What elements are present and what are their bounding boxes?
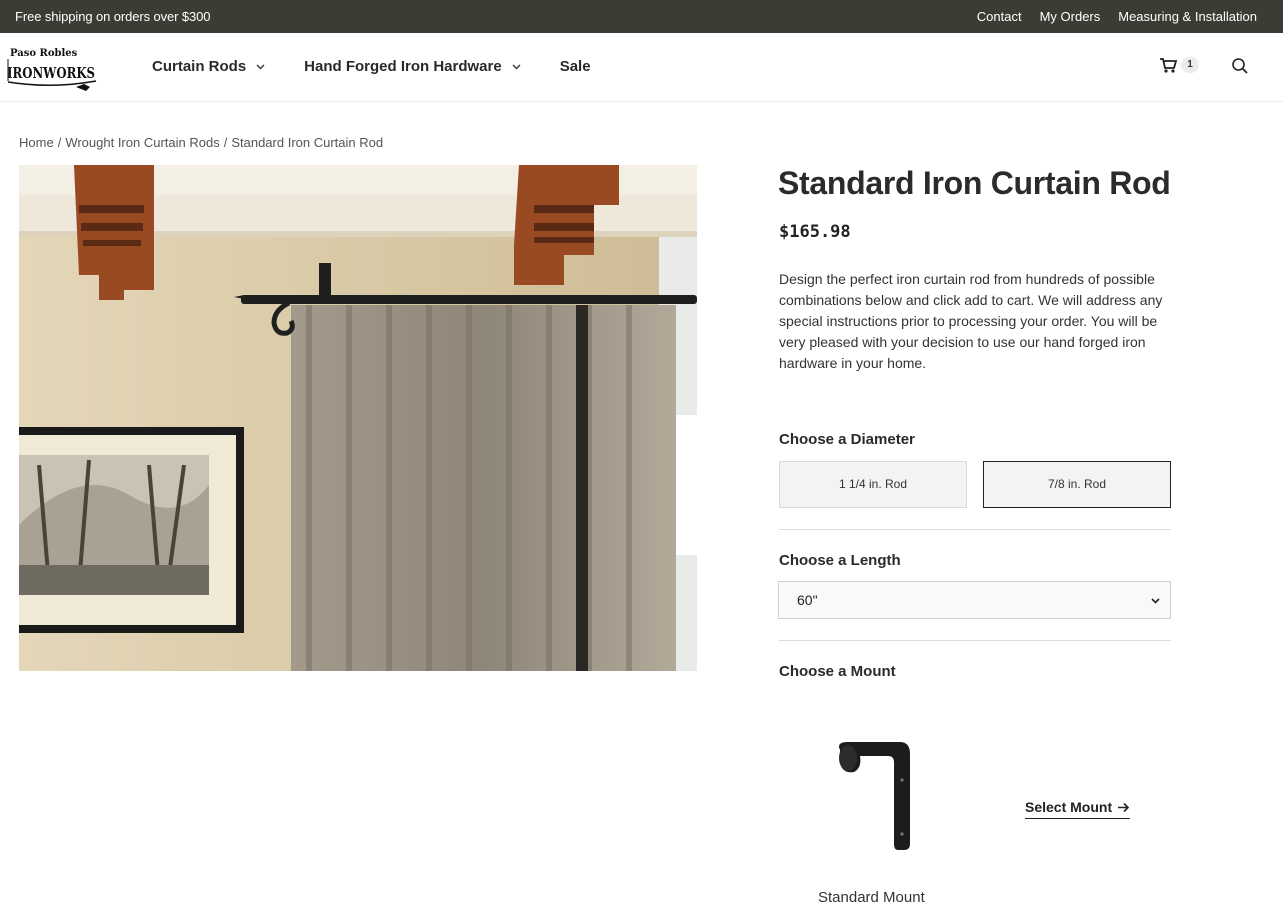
length-select[interactable]: 60" xyxy=(778,581,1171,619)
chevron-down-icon xyxy=(256,64,265,70)
measuring-installation-link[interactable]: Measuring & Installation xyxy=(1118,9,1257,24)
announcement-bar: Free shipping on orders over $300 Contac… xyxy=(0,0,1283,33)
utility-links: Contact My Orders Measuring & Installati… xyxy=(977,9,1257,24)
breadcrumb-home[interactable]: Home xyxy=(19,135,54,150)
nav-item-hand-forged-iron-hardware[interactable]: Hand Forged Iron Hardware xyxy=(304,58,522,75)
chevron-down-icon xyxy=(512,64,521,70)
my-orders-link[interactable]: My Orders xyxy=(1040,9,1101,24)
curtain-rod-photo xyxy=(19,165,697,671)
cart-count-badge: 1 xyxy=(1181,57,1199,73)
arrow-right-icon xyxy=(1118,802,1130,812)
diameter-option-7-8[interactable]: 7/8 in. Rod xyxy=(983,461,1171,508)
product-image[interactable] xyxy=(19,165,697,671)
logo-line1: Paso Robles xyxy=(10,48,78,59)
breadcrumb: Home / Wrought Iron Curtain Rods / Standard … xyxy=(19,135,384,150)
breadcrumb-current: Standard Iron Curtain Rod xyxy=(231,135,384,150)
nav-label: Curtain Rods xyxy=(152,58,247,75)
contact-link[interactable]: Contact xyxy=(977,9,1022,24)
diameter-label: Choose a Diameter xyxy=(779,431,915,448)
standard-mount-image[interactable] xyxy=(828,738,918,853)
site-header: Paso Robles IRONWORKS Curtain Rods Hand … xyxy=(0,33,1283,102)
divider xyxy=(779,640,1171,641)
select-mount-link[interactable]: Select Mount xyxy=(1025,799,1131,819)
free-shipping-text: Free shipping on orders over $300 xyxy=(15,9,211,24)
product-description: Design the perfect iron curtain rod from… xyxy=(779,271,1163,371)
cart-icon xyxy=(1160,58,1177,73)
divider xyxy=(779,529,1171,530)
nav-label: Sale xyxy=(559,58,591,75)
select-mount-label: Select Mount xyxy=(1025,799,1113,815)
logo-line2: IRONWORKS xyxy=(7,64,95,82)
search-icon[interactable] xyxy=(1231,57,1249,75)
paso-robles-ironworks-logo[interactable]: Paso Robles IRONWORKS xyxy=(6,45,98,93)
nav-item-curtain-rods[interactable]: Curtain Rods xyxy=(152,58,266,75)
breadcrumb-category[interactable]: Wrought Iron Curtain Rods xyxy=(65,135,219,150)
length-selected-value: 60" xyxy=(797,592,818,608)
product-price: $165.98 xyxy=(779,222,851,242)
length-label: Choose a Length xyxy=(779,552,901,569)
nav-item-sale[interactable]: Sale xyxy=(560,58,591,75)
product-title: Standard Iron Curtain Rod xyxy=(778,165,1171,201)
diameter-option-1-1-4[interactable]: 1 1/4 in. Rod xyxy=(779,461,967,508)
nav-label: Hand Forged Iron Hardware xyxy=(304,58,502,75)
chevron-down-icon xyxy=(1151,598,1160,604)
cart-button[interactable]: 1 xyxy=(1159,57,1199,73)
mount-name: Standard Mount xyxy=(818,889,925,905)
main-navigation: Curtain Rods Hand Forged Iron Hardware S… xyxy=(152,58,629,75)
mount-label: Choose a Mount xyxy=(779,663,896,680)
